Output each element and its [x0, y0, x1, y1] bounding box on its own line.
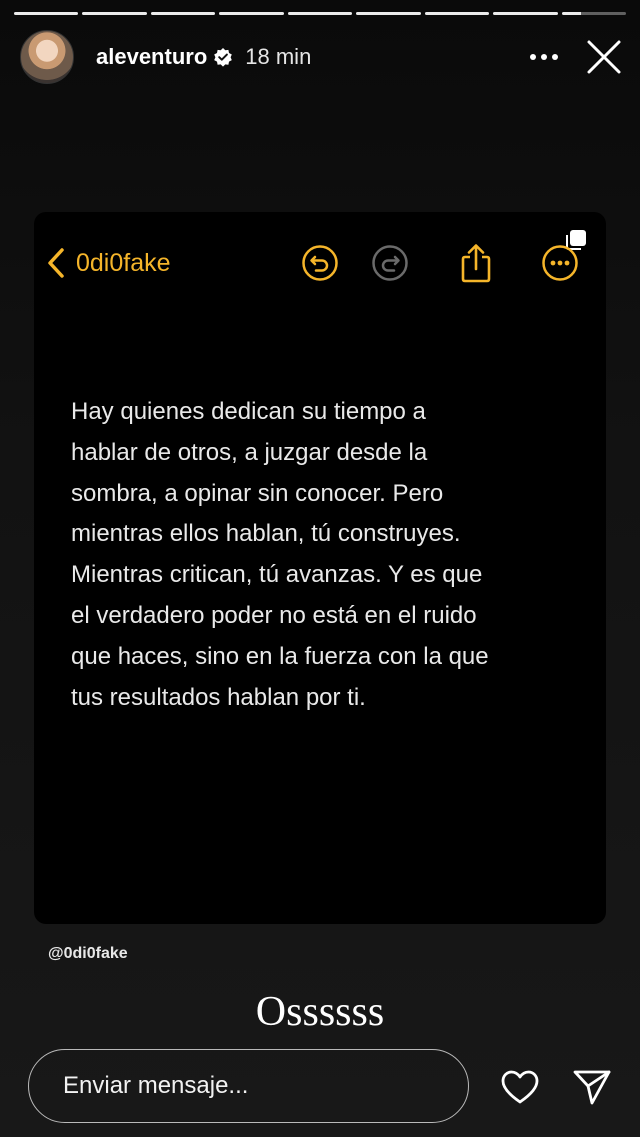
- notes-back-label: 0di0fake: [76, 248, 171, 277]
- close-icon: [587, 40, 621, 74]
- note-line: Hay quienes dedican su tiempo a: [71, 398, 426, 425]
- note-line: tus resultados hablan por ti.: [71, 683, 366, 711]
- reply-bar[interactable]: [28, 1049, 469, 1123]
- note-body: Hay quienes dedican su tiempo a hablar d…: [71, 392, 581, 718]
- note-line: el verdadero poder no está en el ruido: [71, 601, 477, 629]
- verified-badge-icon: [213, 47, 233, 67]
- story-timestamp: 18 min: [245, 44, 312, 69]
- progress-segment: [424, 12, 490, 15]
- send-icon: [573, 1070, 611, 1105]
- story-progress-bar: [14, 12, 626, 15]
- send-button[interactable]: [570, 1065, 614, 1109]
- note-line: que haces, sino en la fuerza con la que: [71, 642, 489, 670]
- note-line: hablar de otros, a juzgar desde la: [71, 438, 428, 466]
- mention-sticker[interactable]: @0di0fake: [48, 945, 128, 963]
- progress-segment: [219, 12, 284, 15]
- share-icon: [456, 243, 496, 283]
- undo-icon: [300, 243, 340, 283]
- notes-screenshot: 0di0fake Hay quienes dedican su tiempo a…: [34, 212, 606, 924]
- notes-back-button: 0di0fake: [46, 244, 171, 282]
- progress-segment: [493, 12, 558, 15]
- progress-segment: [14, 12, 79, 15]
- more-horizontal-icon: [530, 54, 558, 60]
- message-input[interactable]: [63, 1072, 443, 1100]
- progress-segment: [287, 12, 353, 15]
- username[interactable]: aleventuro: [96, 44, 207, 70]
- progress-segment: [356, 12, 421, 15]
- story-viewer: aleventuro 18 min 0di0fake Hay quienes d…: [0, 0, 640, 1137]
- progress-segment: [82, 12, 147, 15]
- progress-segment-current: [561, 12, 626, 15]
- progress-segment: [150, 12, 216, 15]
- like-button[interactable]: [498, 1065, 542, 1109]
- avatar[interactable]: [20, 30, 74, 84]
- story-header: aleventuro 18 min: [20, 28, 626, 86]
- redo-icon: [370, 243, 410, 283]
- note-line: mientras ellos hablan, tú construyes.: [71, 520, 461, 548]
- story-caption: Ossssss: [255, 989, 385, 1035]
- more-circle-icon: [540, 243, 580, 283]
- note-line: sombra, a opinar sin conocer. Pero: [71, 479, 444, 507]
- chevron-left-icon: [48, 248, 64, 278]
- note-line: Mientras critican, tú avanzas. Y es que: [71, 561, 483, 589]
- close-button[interactable]: [582, 35, 626, 79]
- heart-icon: [501, 1070, 539, 1104]
- notes-toolbar: 0di0fake: [34, 240, 606, 286]
- more-options-button[interactable]: [524, 37, 564, 77]
